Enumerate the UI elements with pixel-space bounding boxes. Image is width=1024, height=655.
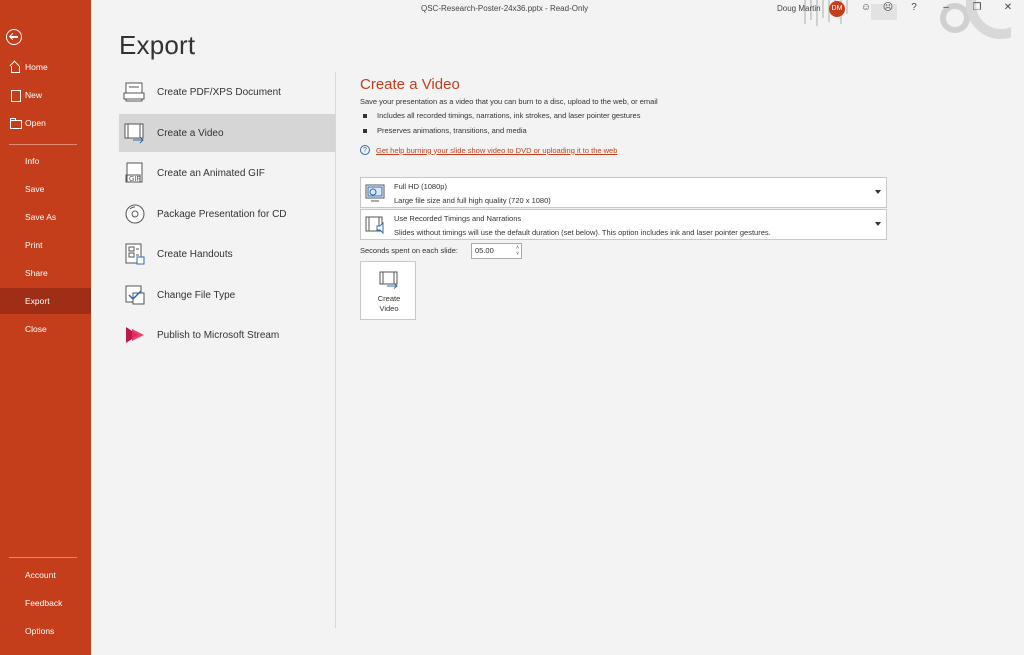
nav-item-label: Save <box>25 184 45 194</box>
nav-item-label: Open <box>25 118 46 128</box>
nav-item-label: Save As <box>25 212 57 222</box>
nav-item-label: Options <box>25 626 55 636</box>
seconds-label: Seconds spent on each slide: <box>360 246 458 255</box>
nav-divider <box>9 557 77 558</box>
change-file-type-icon <box>123 283 147 307</box>
home-icon <box>9 61 21 73</box>
nav-item-label: Feedback <box>25 598 63 608</box>
export-option-label: Create Handouts <box>157 248 233 260</box>
narration-timing-icon <box>364 215 386 235</box>
nav-item-label: Home <box>25 62 48 72</box>
help-button[interactable]: ? <box>907 1 921 15</box>
nav-item-new[interactable]: New <box>0 82 91 108</box>
gif-icon: GIF <box>123 161 147 185</box>
export-option-change-file-type[interactable]: Change File Type <box>119 276 335 314</box>
nav-item-share[interactable]: Share <box>0 260 91 286</box>
cd-icon <box>123 202 147 226</box>
export-option-label: Create a Video <box>157 127 224 139</box>
user-name[interactable]: Doug Martin <box>777 4 821 13</box>
minimize-button[interactable]: – <box>939 1 953 15</box>
new-icon <box>9 89 21 102</box>
spinner-arrows-icon[interactable]: ˄ ˅ <box>516 245 519 257</box>
nav-item-label: Info <box>25 156 40 166</box>
help-question-icon: ? <box>360 145 370 155</box>
nav-item-label: Close <box>25 324 47 334</box>
panel-title: Create a Video <box>360 76 460 93</box>
export-option-handouts[interactable]: Create Handouts <box>119 235 335 273</box>
help-link[interactable]: ? Get help burning your slide show video… <box>360 145 617 155</box>
export-option-label: Publish to Microsoft Stream <box>157 329 280 341</box>
backstage-nav: Home New Open Info Save Save As Print Sh… <box>0 0 91 655</box>
bullet-item: Preserves animations, transitions, and m… <box>363 126 527 135</box>
back-arrow-icon[interactable] <box>6 29 22 45</box>
export-option-pdf[interactable]: Create PDF/XPS Document <box>119 73 335 111</box>
video-quality-dropdown[interactable]: Full HD (1080p) Large file size and full… <box>360 177 887 208</box>
nav-item-label: Print <box>25 240 43 250</box>
avatar[interactable]: DM <box>829 1 845 17</box>
nav-item-export[interactable]: Export <box>0 288 91 314</box>
export-option-stream[interactable]: Publish to Microsoft Stream <box>119 316 335 354</box>
nav-item-label: Export <box>25 296 50 306</box>
nav-item-save[interactable]: Save <box>0 176 91 202</box>
dropdown-subtitle: Slides without timings will use the defa… <box>394 228 771 237</box>
video-icon <box>123 121 147 145</box>
bullet-text: Preserves animations, transitions, and m… <box>377 126 527 135</box>
create-video-label-line1: Create <box>377 294 401 303</box>
frown-feedback-icon[interactable]: ☹ <box>881 1 895 15</box>
smile-feedback-icon[interactable]: ☺ <box>859 1 873 15</box>
help-link-text[interactable]: Get help burning your slide show video t… <box>376 146 617 155</box>
nav-item-label: New <box>25 90 43 100</box>
export-option-gif[interactable]: GIF Create an Animated GIF <box>119 154 335 192</box>
nav-divider <box>9 144 77 145</box>
seconds-per-slide-input[interactable]: 05.00 ˄ ˅ <box>471 243 522 259</box>
handouts-icon <box>123 242 147 266</box>
export-option-video[interactable]: Create a Video <box>119 114 335 152</box>
nav-item-close[interactable]: Close <box>0 316 91 342</box>
export-option-label: Create PDF/XPS Document <box>157 86 281 98</box>
nav-item-options[interactable]: Options <box>0 618 91 644</box>
dropdown-title: Full HD (1080p) <box>394 182 447 191</box>
document-title: QSC-Research-Poster-24x36.pptx - Read-On… <box>421 4 589 13</box>
nav-item-save-as[interactable]: Save As <box>0 204 91 230</box>
nav-item-print[interactable]: Print <box>0 232 91 258</box>
create-video-label-line2: Video <box>379 304 399 313</box>
export-option-label: Create an Animated GIF <box>157 167 265 179</box>
panel-description: Save your presentation as a video that y… <box>360 97 658 106</box>
create-video-label: Create Video <box>361 294 417 314</box>
chevron-down-icon <box>875 222 881 226</box>
nav-item-home[interactable]: Home <box>0 54 91 80</box>
pdf-document-icon <box>123 80 147 104</box>
export-option-label: Package Presentation for CD <box>157 208 287 220</box>
dropdown-subtitle: Large file size and full high quality (7… <box>394 196 551 205</box>
export-option-cd[interactable]: Package Presentation for CD <box>119 195 335 233</box>
export-option-label: Change File Type <box>157 289 236 301</box>
nav-item-label: Share <box>25 268 48 278</box>
seconds-value: 05.00 <box>475 246 494 255</box>
create-video-icon <box>378 271 400 289</box>
stream-icon <box>123 323 147 347</box>
nav-item-account[interactable]: Account <box>0 562 91 588</box>
close-window-button[interactable]: ✕ <box>1001 1 1015 15</box>
chevron-down-icon <box>875 190 881 194</box>
timings-dropdown[interactable]: Use Recorded Timings and Narrations Slid… <box>360 209 887 240</box>
monitor-icon <box>364 183 386 203</box>
nav-item-info[interactable]: Info <box>0 148 91 174</box>
nav-item-feedback[interactable]: Feedback <box>0 590 91 616</box>
page-title: Export <box>119 30 196 60</box>
title-bar: QSC-Research-Poster-24x36.pptx - Read-On… <box>91 0 1024 39</box>
column-divider <box>335 72 336 628</box>
dropdown-title: Use Recorded Timings and Narrations <box>394 214 522 223</box>
create-video-button[interactable]: Create Video <box>360 261 416 320</box>
restore-button[interactable]: ❐ <box>970 1 984 15</box>
nav-item-label: Account <box>25 570 56 580</box>
bullet-item: Includes all recorded timings, narration… <box>363 111 640 120</box>
bullet-text: Includes all recorded timings, narration… <box>377 111 641 120</box>
nav-item-open[interactable]: Open <box>0 110 91 136</box>
open-folder-icon <box>9 117 22 129</box>
